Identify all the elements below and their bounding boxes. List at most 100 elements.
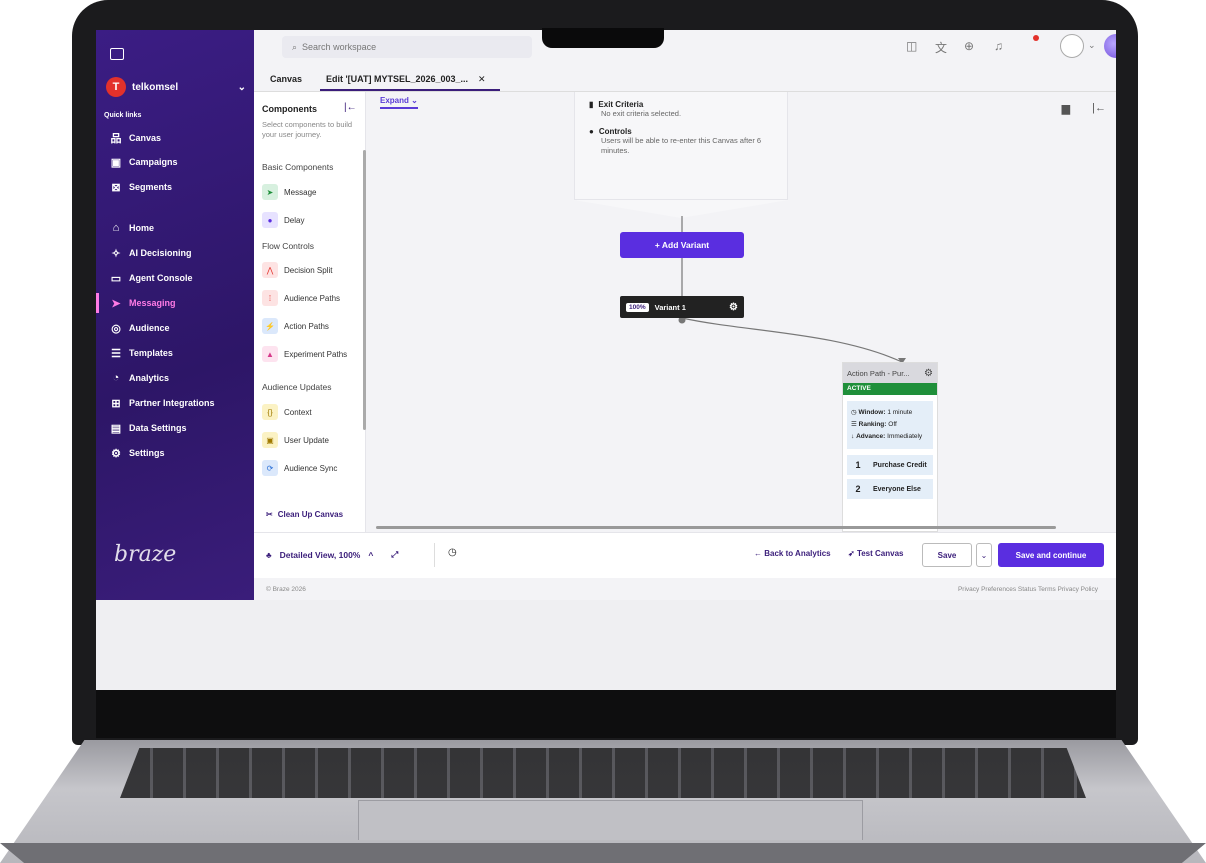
fullscreen-icon[interactable]: ⤢ xyxy=(391,549,398,560)
sidebar-item-audience[interactable]: ◎ Audience xyxy=(96,318,254,338)
path-item[interactable]: 1 Purchase Credit xyxy=(847,455,933,475)
segments-icon: ⊠ xyxy=(111,181,121,194)
translate-icon[interactable]: 文 xyxy=(935,39,947,56)
sidebar: T telkomsel ⌄ Quick links 品 Canvas ▣ Campa… xyxy=(96,30,254,600)
path-number: 2 xyxy=(855,484,861,494)
chevron-down-icon[interactable]: ⌄ xyxy=(1088,40,1096,51)
variant-node[interactable]: 100% Variant 1 ⚙ xyxy=(620,296,744,318)
gear-icon[interactable]: ⚙ xyxy=(924,368,933,379)
context-icon: {} xyxy=(262,404,278,420)
sidebar-toggle-icon[interactable] xyxy=(110,48,124,60)
save-button[interactable]: Save xyxy=(922,543,972,567)
laptop-base-edge xyxy=(0,843,1206,863)
component-label: Message xyxy=(284,187,317,197)
back-to-analytics-link[interactable]: ← Back to Analytics xyxy=(754,549,831,558)
chat-icon[interactable]: ◫ xyxy=(906,39,917,53)
sidebar-item-label: Settings xyxy=(129,448,165,458)
component-audience-paths[interactable]: ⁞ Audience Paths xyxy=(262,290,358,306)
braze-logo: braze xyxy=(114,542,177,567)
tab-edit-canvas[interactable]: Edit '[UAT] MYTSEL_2026_003_... xyxy=(326,74,468,84)
component-experiment-paths[interactable]: ▲ Experiment Paths xyxy=(262,346,358,362)
footer-links[interactable]: Privacy Preferences Status Terms Privacy… xyxy=(958,586,1098,593)
messaging-icon: ➤ xyxy=(111,297,121,310)
sidebar-item-label: Audience xyxy=(129,323,170,333)
sidebar-item-analytics[interactable]: ◔ Analytics xyxy=(96,368,254,388)
delay-icon: ● xyxy=(262,212,278,228)
component-label: Decision Split xyxy=(284,265,333,275)
component-label: Action Paths xyxy=(284,321,329,331)
message-icon: ➤ xyxy=(262,184,278,200)
chevron-down-icon: ⌄ xyxy=(237,81,246,93)
bell-icon[interactable]: ♫ xyxy=(994,39,1003,53)
component-action-paths[interactable]: ⚡ Action Paths xyxy=(262,318,358,334)
canvas-right-tools: ▆ |← xyxy=(1062,102,1106,115)
sidebar-item-label: Data Settings xyxy=(129,423,187,433)
empty-screen-area xyxy=(96,600,1116,690)
sidebar-item-templates[interactable]: ☰ Templates xyxy=(96,343,254,363)
gear-icon[interactable]: ⚙ xyxy=(729,302,738,313)
notification-dot xyxy=(1033,35,1039,41)
tab-canvas[interactable]: Canvas xyxy=(270,74,302,84)
test-canvas-label: Test Canvas xyxy=(856,549,904,558)
component-decision-split[interactable]: ⋀ Decision Split xyxy=(262,262,358,278)
sidebar-item-segments[interactable]: ⊠ Segments xyxy=(96,177,254,197)
search-input[interactable]: ⌕ Search workspace xyxy=(282,36,532,58)
collapse-panel-icon[interactable]: |← xyxy=(344,102,357,113)
workspace-switcher[interactable]: T telkomsel ⌄ xyxy=(106,76,246,98)
assistant-avatar[interactable] xyxy=(1104,34,1116,58)
sparkle-icon: ✧ xyxy=(111,247,121,260)
variant-percentage: 100% xyxy=(626,302,649,312)
window-label: Window: xyxy=(858,409,886,416)
component-audience-sync[interactable]: ⟳ Audience Sync xyxy=(262,460,358,476)
action-path-settings: ◷ Window: 1 minute ☰ Ranking: Off ↓ Adva… xyxy=(847,401,933,449)
sidebar-item-label: Segments xyxy=(129,182,173,192)
clean-up-canvas-button[interactable]: ✂ Clean Up Canvas xyxy=(266,510,343,519)
sidebar-item-settings[interactable]: ⚙ Settings xyxy=(96,443,254,463)
component-delay[interactable]: ● Delay xyxy=(262,212,358,228)
history-icon[interactable]: ◷ xyxy=(448,547,457,558)
integrations-icon: ⊞ xyxy=(111,397,121,410)
save-and-continue-button[interactable]: Save and continue xyxy=(998,543,1104,567)
advance-label: Advance: xyxy=(856,433,886,440)
templates-icon: ☰ xyxy=(111,347,121,360)
test-canvas-button[interactable]: ➶ Test Canvas xyxy=(848,549,903,558)
expand-panel-icon[interactable]: |← xyxy=(1092,102,1106,115)
sidebar-item-partner-integrations[interactable]: ⊞ Partner Integrations xyxy=(96,393,254,413)
rocket-icon: ➶ xyxy=(848,549,855,558)
advance-value: Immediately xyxy=(887,433,923,440)
sidebar-item-home[interactable]: ⌂ Home xyxy=(96,218,254,238)
sidebar-item-data-settings[interactable]: ▤ Data Settings xyxy=(96,418,254,438)
section-flow-controls: Flow Controls xyxy=(262,241,314,251)
path-number: 1 xyxy=(855,460,861,470)
path-label: Purchase Credit xyxy=(873,461,927,469)
add-variant-button[interactable]: + Add Variant xyxy=(620,232,744,258)
sidebar-item-messaging[interactable]: ➤ Messaging xyxy=(96,293,254,313)
clock-icon: ◷ xyxy=(851,409,857,416)
canvas-horizontal-scrollbar[interactable] xyxy=(376,526,1056,529)
path-item[interactable]: 2 Everyone Else xyxy=(847,479,933,499)
sidebar-item-agent-console[interactable]: ▭ Agent Console xyxy=(96,268,254,288)
component-context[interactable]: {} Context xyxy=(262,404,358,420)
advance-row: ↓ Advance: Immediately xyxy=(851,431,929,443)
save-options-dropdown[interactable]: ⌄ xyxy=(976,543,992,567)
sidebar-item-canvas[interactable]: 品 Canvas xyxy=(96,128,254,148)
workspace-name: telkomsel xyxy=(132,81,179,93)
audience-sync-icon: ⟳ xyxy=(262,460,278,476)
arrow-down-icon: ↓ xyxy=(851,433,855,440)
audience-paths-icon: ⁞ xyxy=(262,290,278,306)
user-avatar[interactable] xyxy=(1060,34,1084,58)
divider xyxy=(434,543,435,567)
sidebar-item-ai-decisioning[interactable]: ✧ AI Decisioning xyxy=(96,243,254,263)
action-path-node[interactable]: Action Path - Pur... ⚙ ACTIVE ◷ Window: … xyxy=(842,362,938,532)
canvas-icon: 品 xyxy=(110,133,122,145)
comment-icon[interactable]: ▆ xyxy=(1062,102,1070,115)
sidebar-item-campaigns[interactable]: ▣ Campaigns xyxy=(96,152,254,172)
ranking-value: Off xyxy=(888,421,897,428)
component-label: Delay xyxy=(284,215,305,225)
canvas-area[interactable]: Expand ⌄ ▮ Exit Criteria No exit criteria… xyxy=(366,92,1116,532)
component-message[interactable]: ➤ Message xyxy=(262,184,358,200)
close-icon[interactable]: ✕ xyxy=(478,74,486,85)
view-selector[interactable]: ♣ Detailed View, 100% ^ ⤢ xyxy=(266,549,398,560)
component-user-update[interactable]: ▣ User Update xyxy=(262,432,358,448)
globe-icon[interactable]: ⊕ xyxy=(964,39,974,53)
